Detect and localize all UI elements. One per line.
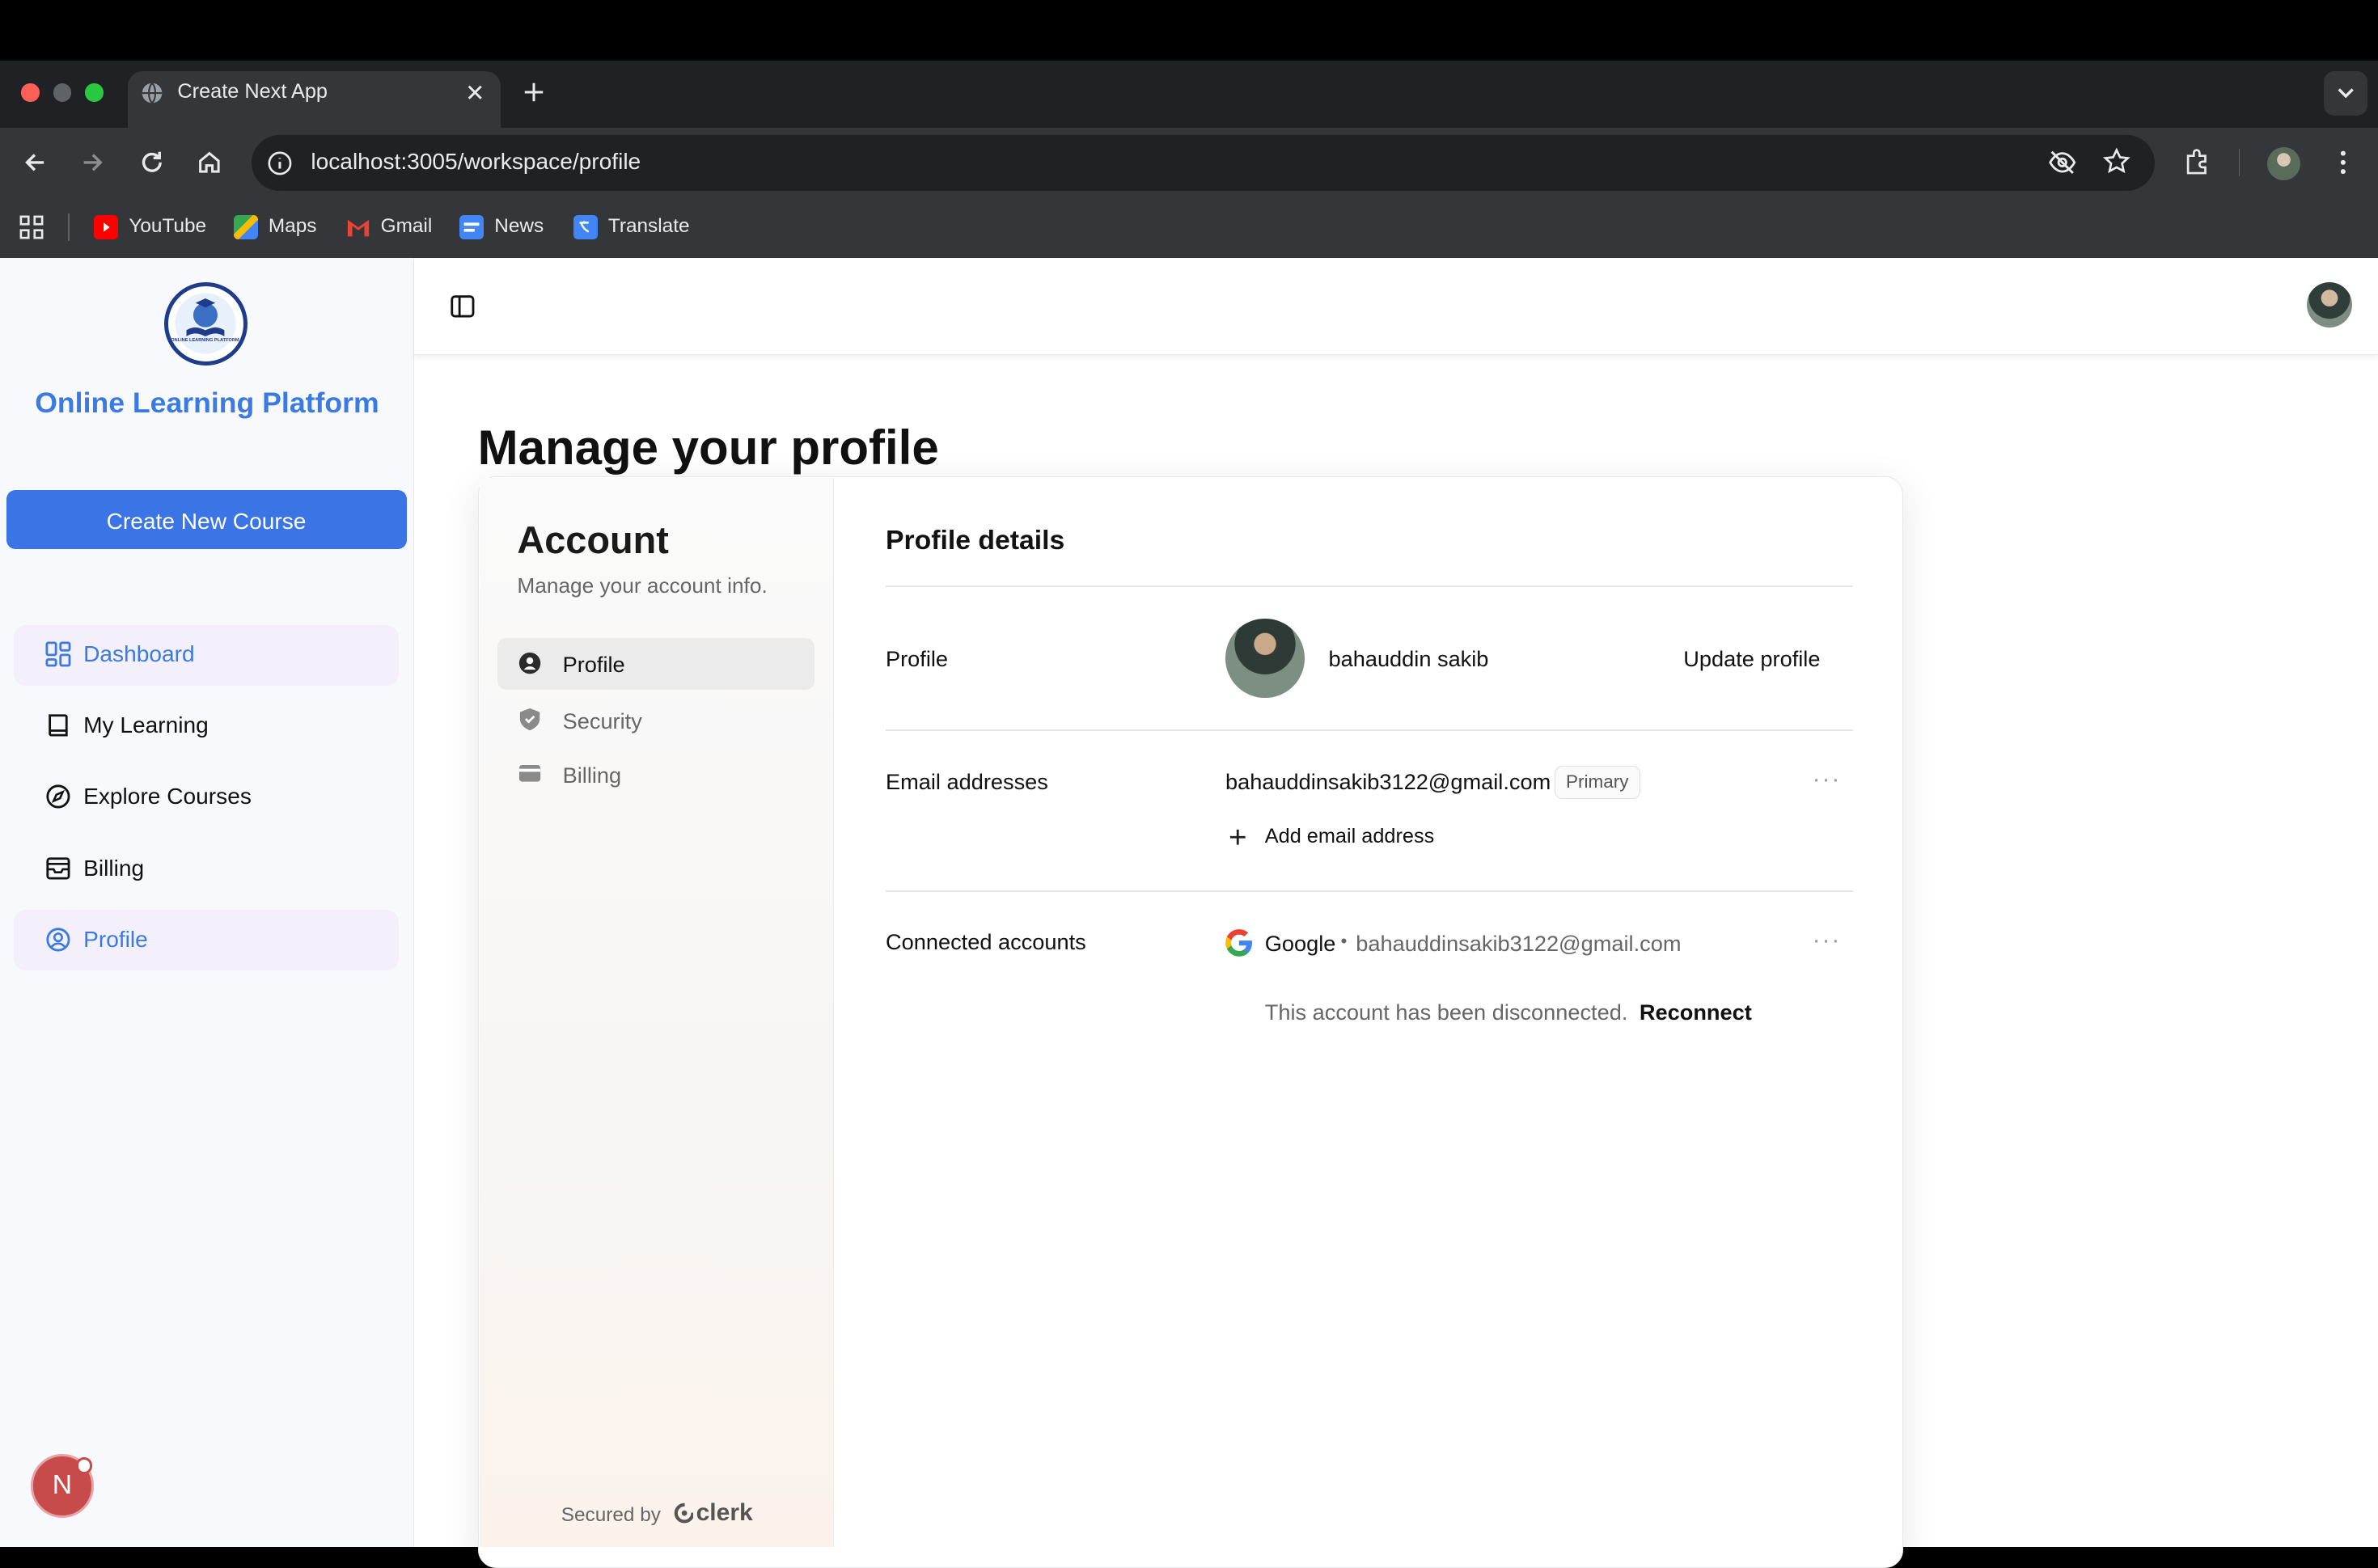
extensions-icon[interactable]	[2182, 147, 2211, 176]
connected-more-menu[interactable]: ···	[1813, 927, 1842, 954]
minimize-window-button[interactable]	[53, 83, 72, 102]
forward-icon[interactable]	[79, 149, 107, 176]
user-icon	[518, 652, 541, 674]
eye-off-icon[interactable]	[2047, 149, 2078, 176]
site-info-icon[interactable]	[267, 150, 293, 176]
back-icon[interactable]	[21, 149, 49, 176]
divider	[886, 890, 1854, 892]
profile-row-label: Profile	[886, 645, 949, 671]
disconnected-notice: This account has been disconnected.	[1264, 999, 1628, 1025]
google-icon	[1225, 929, 1253, 957]
update-profile-button[interactable]: Update profile	[1683, 646, 1820, 672]
toolbar-divider	[2238, 148, 2240, 176]
user-circle-icon	[45, 927, 71, 953]
bookmark-youtube[interactable]: YouTube	[129, 215, 206, 238]
bookmark-translate[interactable]: Translate	[608, 215, 690, 238]
gmail-icon	[346, 217, 370, 238]
bookmark-news[interactable]: News	[494, 215, 544, 238]
clerk-icon	[674, 1503, 693, 1524]
divider	[886, 729, 1854, 731]
sidebar-toggle-icon[interactable]	[449, 293, 476, 320]
chevron-down-icon	[2338, 88, 2354, 99]
sidebar-item-label: Explore Courses	[83, 784, 252, 809]
create-new-course-button[interactable]: Create New Course	[6, 489, 407, 549]
account-nav-label: Security	[562, 708, 642, 733]
bookmarks-divider	[68, 213, 70, 242]
tab-search-button[interactable]	[2323, 71, 2367, 116]
primary-badge: Primary	[1554, 765, 1640, 800]
connected-accounts-label: Connected accounts	[886, 929, 1086, 955]
account-title: Account	[517, 519, 669, 562]
screen-top-bar	[0, 0, 2378, 61]
profile-name: bahauddin sakib	[1328, 645, 1489, 671]
sidebar-item-label: My Learning	[83, 712, 209, 738]
user-avatar[interactable]	[2306, 281, 2353, 328]
account-nav-label: Billing	[562, 763, 622, 788]
clerk-wordmark: clerk	[696, 1499, 753, 1527]
divider	[886, 585, 1854, 587]
sidebar-item-dashboard[interactable]	[13, 624, 400, 686]
google-provider-label: Google	[1264, 931, 1336, 957]
sidebar	[0, 257, 414, 1547]
credit-card-icon	[518, 764, 541, 783]
reload-icon[interactable]	[138, 149, 166, 176]
profile-avatar[interactable]	[1225, 619, 1305, 698]
app-header	[413, 257, 2378, 355]
reconnect-link[interactable]: Reconnect	[1640, 1000, 1752, 1025]
connected-email: bahauddinsakib3122@gmail.com	[1356, 931, 1682, 957]
sidebar-item-label: Billing	[83, 855, 145, 881]
dashboard-icon	[45, 641, 71, 667]
compass-icon	[45, 784, 71, 809]
email-address: bahauddinsakib3122@gmail.com	[1225, 768, 1551, 794]
profile-details-title: Profile details	[886, 524, 1065, 556]
account-subtitle: Manage your account info.	[517, 573, 768, 598]
add-email-button[interactable]: Add email address	[1265, 825, 1435, 848]
account-nav-label: Profile	[562, 652, 625, 678]
email-more-menu[interactable]: ···	[1813, 766, 1842, 793]
logo-text: ONLINE LEARNING PLATFORM	[171, 337, 239, 343]
separator-dot: •	[1340, 931, 1348, 952]
url-text[interactable]: localhost:3005/workspace/profile	[311, 149, 641, 175]
apps-grid-icon[interactable]	[19, 215, 44, 239]
plus-icon	[1229, 828, 1247, 847]
close-window-button[interactable]	[21, 83, 40, 102]
brand-title: Online Learning Platform	[35, 387, 379, 420]
email-row-label: Email addresses	[886, 768, 1048, 794]
sidebar-item-profile[interactable]	[13, 910, 400, 970]
tab-title: Create Next App	[177, 80, 328, 104]
bookmark-star-icon[interactable]	[2102, 147, 2131, 176]
dev-indicator-dot	[75, 1456, 93, 1474]
youtube-icon	[94, 215, 119, 240]
close-tab-icon[interactable]	[466, 83, 484, 102]
more-menu-icon[interactable]	[2329, 149, 2357, 176]
clerk-logo: clerk	[674, 1499, 753, 1527]
bookmark-gmail[interactable]: Gmail	[381, 215, 433, 238]
new-tab-icon[interactable]	[522, 80, 546, 104]
book-icon	[45, 712, 71, 738]
account-nav-security[interactable]	[497, 695, 815, 746]
account-nav-billing[interactable]	[497, 749, 815, 801]
page-title: Manage your profile	[477, 421, 939, 475]
translate-icon	[573, 215, 598, 240]
home-icon[interactable]	[196, 149, 223, 176]
logo: ONLINE LEARNING PLATFORM	[163, 281, 248, 366]
sidebar-item-label: Profile	[83, 926, 148, 952]
shield-icon	[518, 707, 541, 731]
secured-by-label: Secured by	[561, 1504, 661, 1526]
sidebar-item-label: Dashboard	[83, 641, 195, 667]
maps-icon	[233, 215, 258, 240]
account-nav-profile[interactable]	[497, 638, 815, 691]
bookmark-maps[interactable]: Maps	[269, 215, 317, 238]
news-icon	[459, 215, 484, 240]
globe-icon	[141, 82, 163, 104]
maximize-window-button[interactable]	[85, 83, 104, 102]
sidebar-item-billing[interactable]	[14, 839, 399, 899]
inbox-icon	[45, 856, 71, 881]
